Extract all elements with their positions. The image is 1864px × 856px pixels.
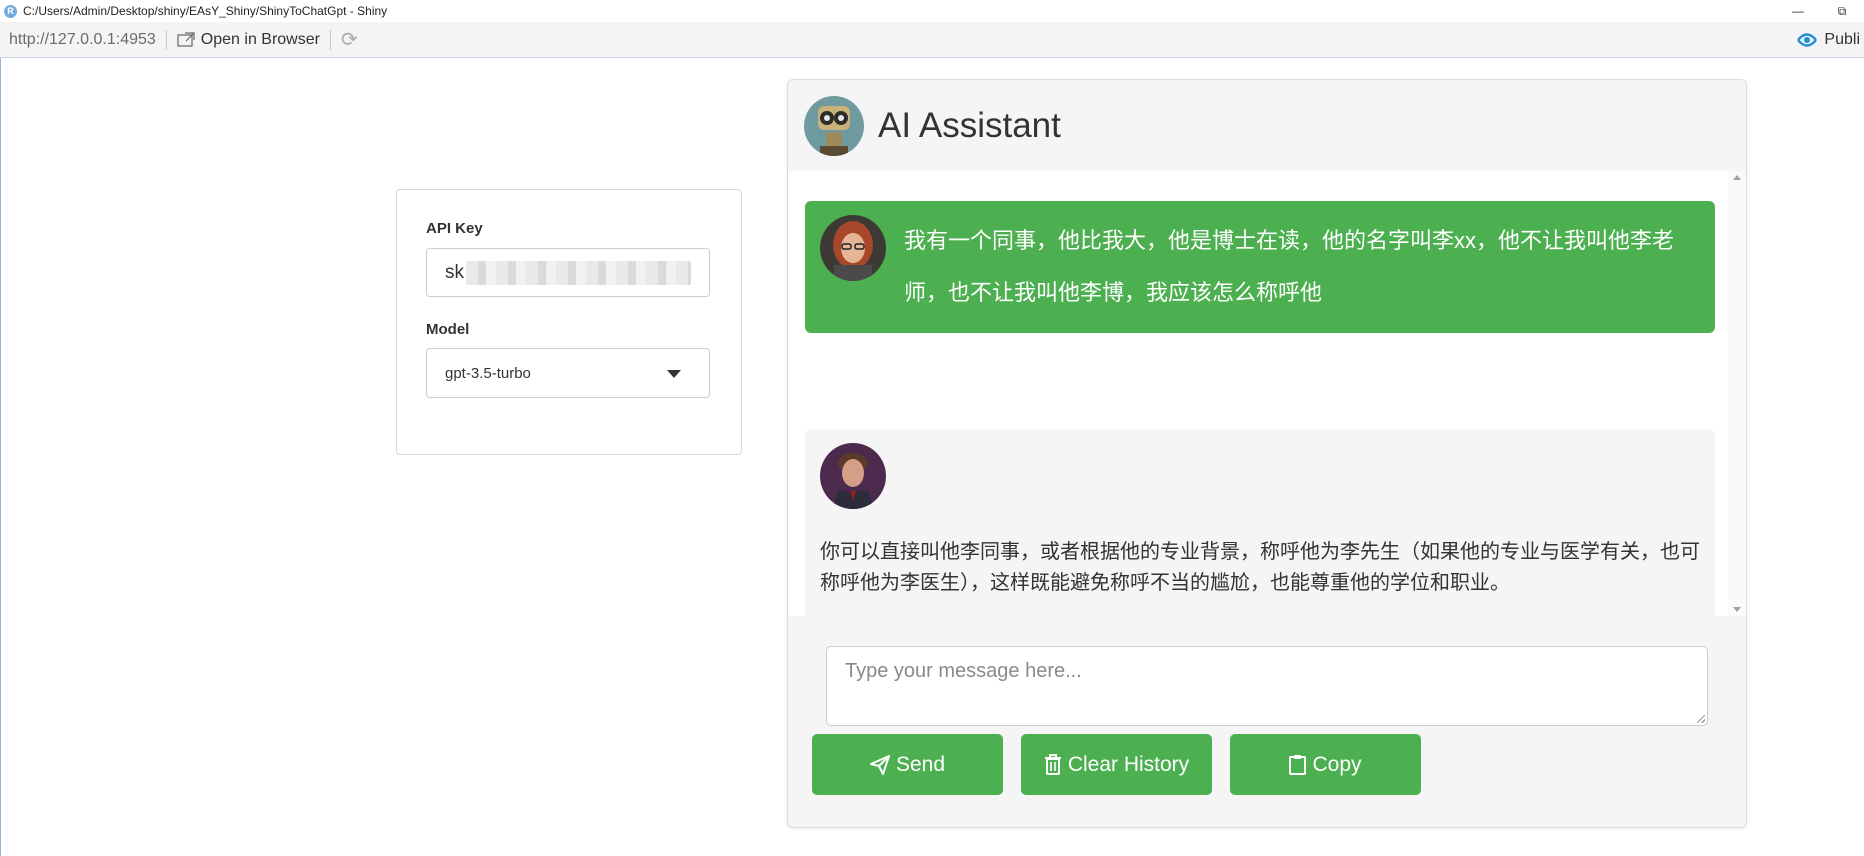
publish-label: Publi [1824, 30, 1860, 48]
publish-button[interactable]: Publi [1796, 22, 1864, 57]
app-logo-icon: R [4, 4, 17, 18]
viewer-frame-border [0, 58, 1, 856]
model-label: Model [426, 321, 470, 338]
chat-title: AI Assistant [878, 105, 1061, 145]
clear-history-button[interactable]: Clear History [1021, 734, 1212, 795]
paper-plane-icon [869, 754, 890, 775]
assistant-message: 你可以直接叫他李同事，或者根据他的专业背景，称呼他为李先生（如果他的专业与医学有… [805, 429, 1715, 616]
url-display[interactable]: http://127.0.0.1:4953 [9, 31, 156, 49]
copy-button[interactable]: Copy [1230, 734, 1421, 795]
api-key-redaction [466, 260, 691, 285]
clipboard-icon [1289, 755, 1307, 775]
settings-panel: API Key sk Model gpt-3.5-turbo [396, 189, 742, 455]
refresh-icon[interactable]: ⟳ [341, 27, 358, 52]
chevron-down-icon [667, 370, 681, 378]
message-input-placeholder: Type your message here... [845, 660, 1082, 682]
window-title: C:/Users/Admin/Desktop/shiny/EAsY_Shiny/… [23, 4, 388, 18]
assistant-message-text: 你可以直接叫他李同事，或者根据他的专业背景，称呼他为李先生（如果他的专业与医学有… [820, 541, 1700, 594]
minimize-icon[interactable]: — [1776, 0, 1820, 22]
model-selected-value: gpt-3.5-turbo [445, 364, 531, 382]
open-browser-icon [177, 31, 195, 47]
robot-avatar [804, 95, 864, 156]
api-key-value: sk [445, 261, 464, 283]
model-select[interactable]: gpt-3.5-turbo [426, 348, 710, 398]
scroll-up-icon[interactable] [1733, 175, 1741, 180]
chat-header: AI Assistant [788, 80, 1746, 171]
send-label: Send [895, 752, 946, 776]
publish-icon [1797, 32, 1818, 47]
message-input[interactable]: Type your message here... [826, 646, 1708, 726]
resize-handle-icon[interactable] [1697, 715, 1705, 723]
trash-icon [1044, 754, 1061, 775]
toolbar-divider [329, 29, 331, 50]
assistant-avatar [820, 443, 886, 509]
restore-icon[interactable]: ⧉ [1820, 0, 1864, 22]
send-button[interactable]: Send [812, 734, 1003, 795]
open-in-browser-button[interactable]: Open in Browser [177, 31, 320, 49]
toolbar-divider [165, 29, 167, 50]
window-titlebar: R C:/Users/Admin/Desktop/shiny/EAsY_Shin… [0, 0, 1864, 22]
clear-history-label: Clear History [1067, 752, 1190, 776]
user-avatar [820, 215, 886, 281]
chat-panel: AI Assistant 我有一个同事，他比我大，他是博士在读，他的名字叫李xx… [787, 79, 1747, 828]
api-key-label: API Key [426, 220, 483, 237]
scroll-down-icon[interactable] [1733, 607, 1741, 612]
user-message: 我有一个同事，他比我大，他是博士在读，他的名字叫李xx，他不让我叫他李老师，也不… [805, 201, 1715, 333]
composer: Type your message here... Send Clear His… [788, 616, 1746, 827]
message-list[interactable]: 我有一个同事，他比我大，他是博士在读，他的名字叫李xx，他不让我叫他李老师，也不… [788, 171, 1746, 616]
message-scrollbar[interactable] [1728, 171, 1746, 616]
viewer-toolbar: http://127.0.0.1:4953 Open in Browser ⟳ … [0, 22, 1864, 58]
user-message-text: 我有一个同事，他比我大，他是博士在读，他的名字叫李xx，他不让我叫他李老师，也不… [904, 228, 1675, 305]
window-controls: — ⧉ [1776, 0, 1864, 22]
open-in-browser-label: Open in Browser [200, 30, 320, 48]
copy-label: Copy [1312, 752, 1362, 776]
api-key-input[interactable]: sk [426, 248, 710, 297]
